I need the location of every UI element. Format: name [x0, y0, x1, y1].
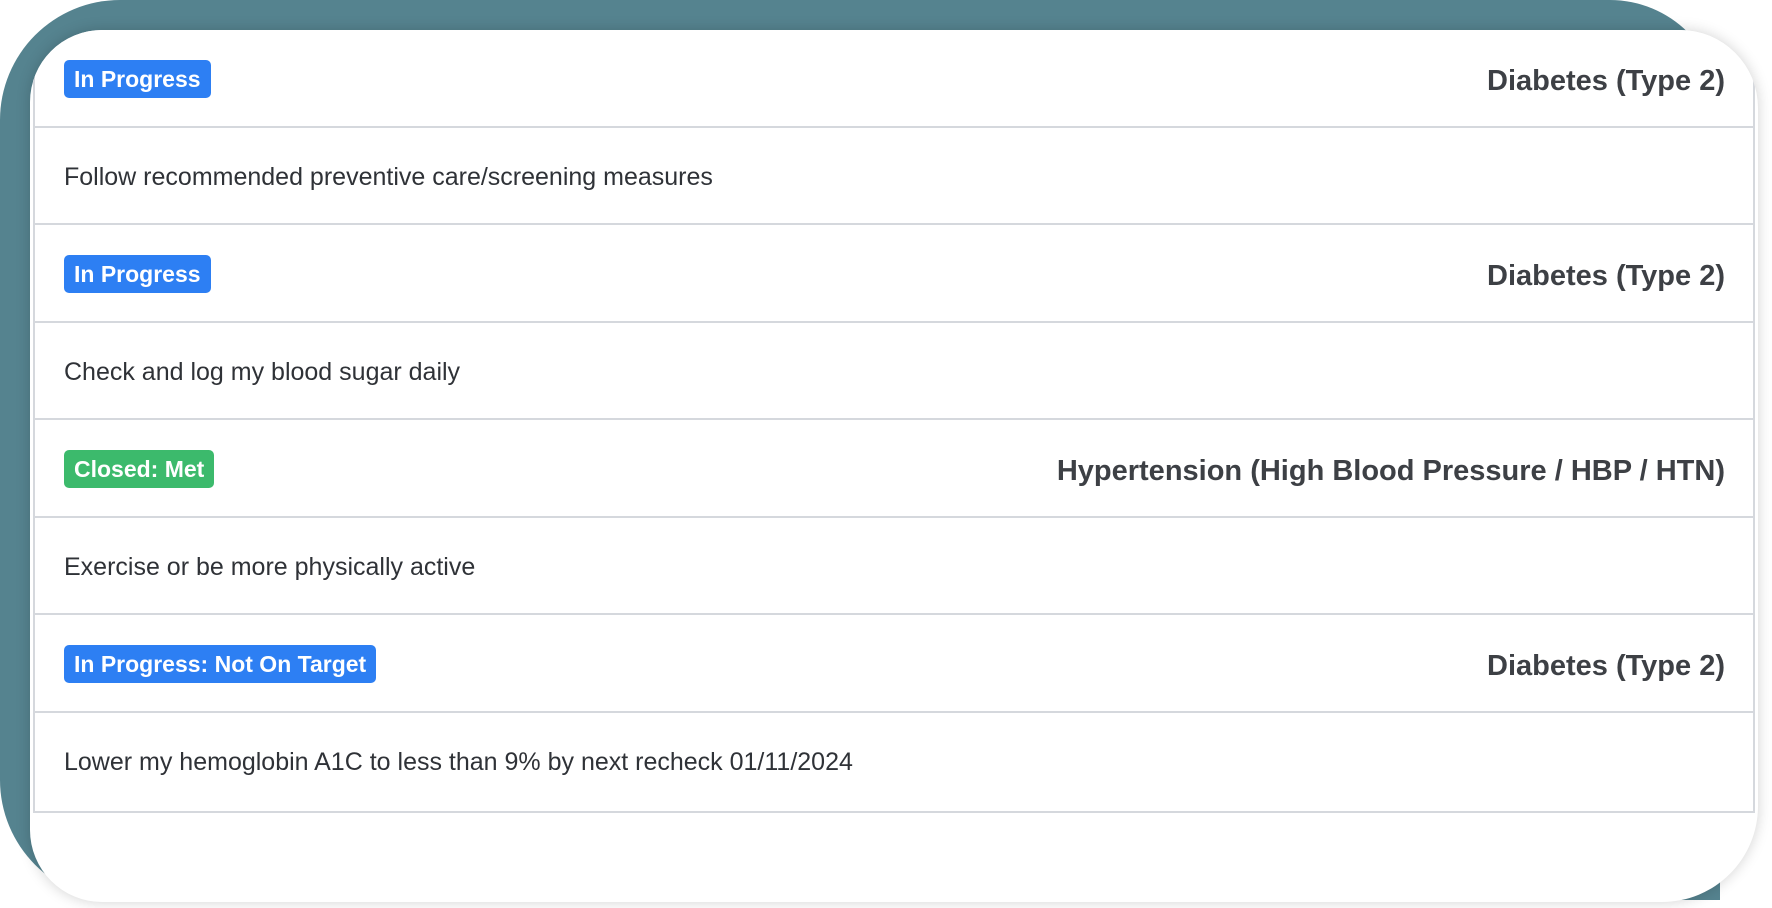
goal-description: Lower my hemoglobin A1C to less than 9% …: [64, 748, 853, 776]
goal-card-body: Follow recommended preventive care/scree…: [35, 128, 1753, 226]
condition-label: Diabetes (Type 2): [1487, 260, 1725, 292]
condition-label: Hypertension (High Blood Pressure / HBP …: [1056, 455, 1725, 487]
goal-card-header: In Progress: Not On Target Diabetes (Typ…: [35, 615, 1753, 713]
status-badge: In Progress: [64, 60, 211, 98]
condition-label: Diabetes (Type 2): [1487, 650, 1725, 682]
goal-card[interactable]: In Progress Diabetes (Type 2) Check and …: [33, 223, 1755, 423]
goal-card-header: Closed: Met Hypertension (High Blood Pre…: [35, 420, 1753, 518]
goal-card-header: In Progress Diabetes (Type 2): [35, 30, 1753, 128]
goal-description: Follow recommended preventive care/scree…: [64, 163, 713, 191]
status-badge: Closed: Met: [64, 450, 215, 488]
condition-label: Diabetes (Type 2): [1487, 65, 1725, 97]
goal-description: Check and log my blood sugar daily: [64, 358, 461, 386]
goal-card-body: Exercise or be more physically active: [35, 518, 1753, 616]
goal-card-body: Check and log my blood sugar daily: [35, 323, 1753, 421]
care-goals-panel: In Progress Diabetes (Type 2) Follow rec…: [30, 30, 1758, 902]
goal-card-header: In Progress Diabetes (Type 2): [35, 225, 1753, 323]
goal-description: Exercise or be more physically active: [64, 553, 476, 581]
status-badge: In Progress: Not On Target: [64, 645, 377, 683]
status-badge: In Progress: [64, 255, 211, 293]
goal-card[interactable]: In Progress: Not On Target Diabetes (Typ…: [33, 613, 1755, 813]
goal-card[interactable]: In Progress Diabetes (Type 2) Follow rec…: [33, 30, 1755, 228]
goal-card-body: Lower my hemoglobin A1C to less than 9% …: [35, 713, 1753, 811]
goal-card[interactable]: Closed: Met Hypertension (High Blood Pre…: [33, 418, 1755, 618]
